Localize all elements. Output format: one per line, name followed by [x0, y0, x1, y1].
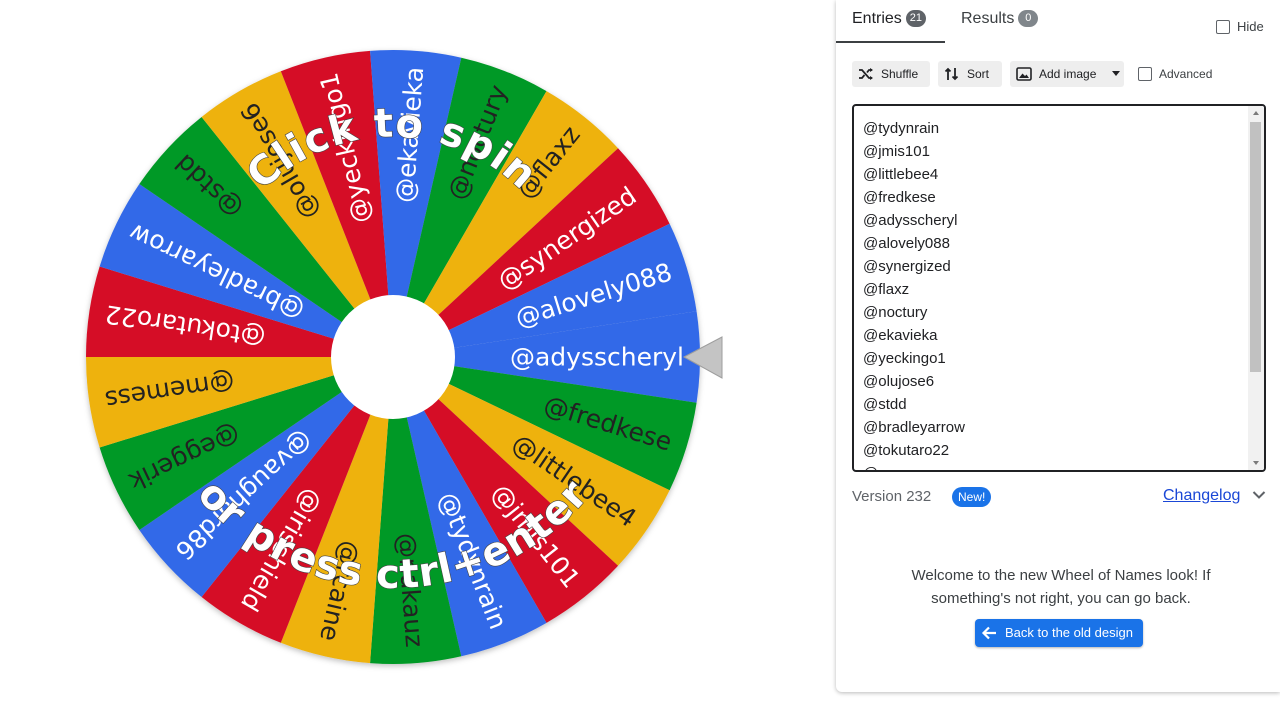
- hide-checkbox[interactable]: [1216, 20, 1230, 34]
- add-image-button[interactable]: Add image: [1010, 61, 1124, 87]
- wheel-slice-label: @adysscheryl: [510, 343, 684, 372]
- entry-line: @olujose6: [863, 373, 935, 390]
- entry-line: @tydynrain: [863, 120, 940, 137]
- entry-line: @memess: [863, 462, 965, 470]
- hide-toggle[interactable]: Hide: [1216, 19, 1264, 34]
- shuffle-icon: [859, 68, 873, 80]
- scrollbar-thumb[interactable]: [1250, 122, 1261, 372]
- shuffle-button[interactable]: Shuffle: [852, 61, 930, 87]
- tab-bar: Entries 21 Results 0 Hide: [836, 0, 1280, 44]
- entry-line: @adysscheryl: [863, 212, 958, 229]
- entries-count-badge: 21: [905, 10, 927, 27]
- advanced-checkbox[interactable]: [1138, 67, 1152, 81]
- active-tab-indicator: [836, 41, 945, 43]
- entry-line: @alovely088: [863, 235, 950, 252]
- scroll-down-icon[interactable]: [1253, 461, 1259, 465]
- tab-entries-label: Entries: [852, 10, 902, 27]
- arrow-left-icon: [981, 626, 996, 640]
- advanced-label: Advanced: [1159, 67, 1213, 81]
- results-count-badge: 0: [1018, 10, 1039, 27]
- entries-panel: Entries 21 Results 0 Hide Shuffle Sort Add…: [836, 0, 1280, 692]
- entry-line: @stdd: [863, 396, 907, 413]
- welcome-message: Welcome to the new Wheel of Names look! …: [911, 567, 1211, 607]
- changelog-link[interactable]: Changelog: [1163, 487, 1240, 505]
- entry-line: @noctury: [863, 304, 928, 321]
- wheel-center-hub[interactable]: [331, 295, 455, 419]
- new-badge: New!: [952, 487, 992, 507]
- sort-button[interactable]: Sort: [938, 61, 1002, 87]
- entry-line: @yeckingo1: [863, 350, 946, 367]
- entry-line: @littlebee4: [863, 166, 939, 183]
- scroll-up-icon[interactable]: [1253, 111, 1259, 115]
- entry-line: @jmis101: [863, 143, 930, 160]
- sort-icon: [944, 67, 959, 81]
- back-button-label: Back to the old design: [1005, 625, 1133, 640]
- version-label: Version 232: [852, 488, 932, 505]
- spinning-wheel[interactable]: @adysscheryl@fredkese@littlebee4@jmis101…: [0, 0, 830, 705]
- tab-results[interactable]: Results 0: [961, 10, 1039, 28]
- add-image-label: Add image: [1039, 67, 1097, 81]
- wheel-area[interactable]: @adysscheryl @fredkese @littlebee4 @jmis101…: [0, 0, 830, 705]
- entry-line: @fredkese: [863, 189, 936, 206]
- sort-label: Sort: [967, 67, 990, 81]
- chevron-down-icon[interactable]: [1252, 490, 1266, 500]
- shuffle-label: Shuffle: [881, 67, 919, 81]
- dropdown-arrow-icon: [1111, 71, 1120, 76]
- entry-line: @bradleyarrow: [863, 419, 965, 436]
- entries-list: @tydynrain @jmis101 @littlebee4 @fredkese @a…: [863, 117, 965, 470]
- entry-line: @tokutaro22: [863, 442, 950, 459]
- tab-results-label: Results: [961, 10, 1015, 27]
- hide-label: Hide: [1237, 19, 1264, 34]
- entries-textarea[interactable]: @tydynrain @jmis101 @littlebee4 @fredkese @a…: [852, 104, 1266, 472]
- version-row: Version 232 New! Changelog: [852, 486, 1266, 508]
- image-icon: [1016, 67, 1032, 81]
- entries-scrollbar[interactable]: [1248, 106, 1264, 470]
- advanced-toggle[interactable]: Advanced: [1138, 67, 1212, 81]
- entry-line: @flaxz: [863, 281, 910, 298]
- entry-line: @synergized: [863, 258, 951, 275]
- entry-line: @ekavieka: [863, 327, 938, 344]
- tab-entries[interactable]: Entries 21: [852, 10, 927, 28]
- back-to-old-design-button[interactable]: Back to the old design: [975, 619, 1143, 647]
